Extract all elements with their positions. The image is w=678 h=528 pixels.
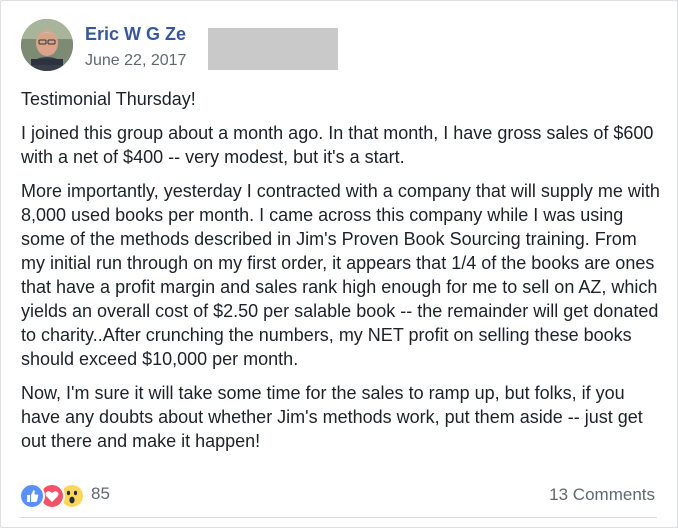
- avatar[interactable]: [21, 19, 73, 71]
- author-name-link[interactable]: Eric W G Ze: [85, 24, 186, 45]
- footer-divider: [19, 517, 657, 518]
- post-paragraph: I joined this group about a month ago. I…: [21, 123, 654, 167]
- comments-count-link[interactable]: 13 Comments: [549, 485, 655, 505]
- post-footer: 85 13 Comments: [19, 481, 655, 509]
- post-timestamp[interactable]: June 22, 2017: [85, 52, 186, 70]
- redaction-block: [208, 28, 338, 70]
- post-paragraph: Now, I'm sure it will take some time for…: [21, 383, 643, 451]
- post-header: Eric W G Ze June 22, 2017: [21, 17, 661, 77]
- reaction-count[interactable]: 85: [91, 484, 110, 504]
- post-paragraph: More importantly, yesterday I contracted…: [21, 181, 660, 369]
- post-body: Testimonial Thursday! I joined this grou…: [21, 87, 661, 463]
- post-paragraph: Testimonial Thursday!: [21, 89, 196, 109]
- like-icon: [19, 483, 45, 509]
- post-card: Eric W G Ze June 22, 2017 Testimonial Th…: [0, 0, 678, 528]
